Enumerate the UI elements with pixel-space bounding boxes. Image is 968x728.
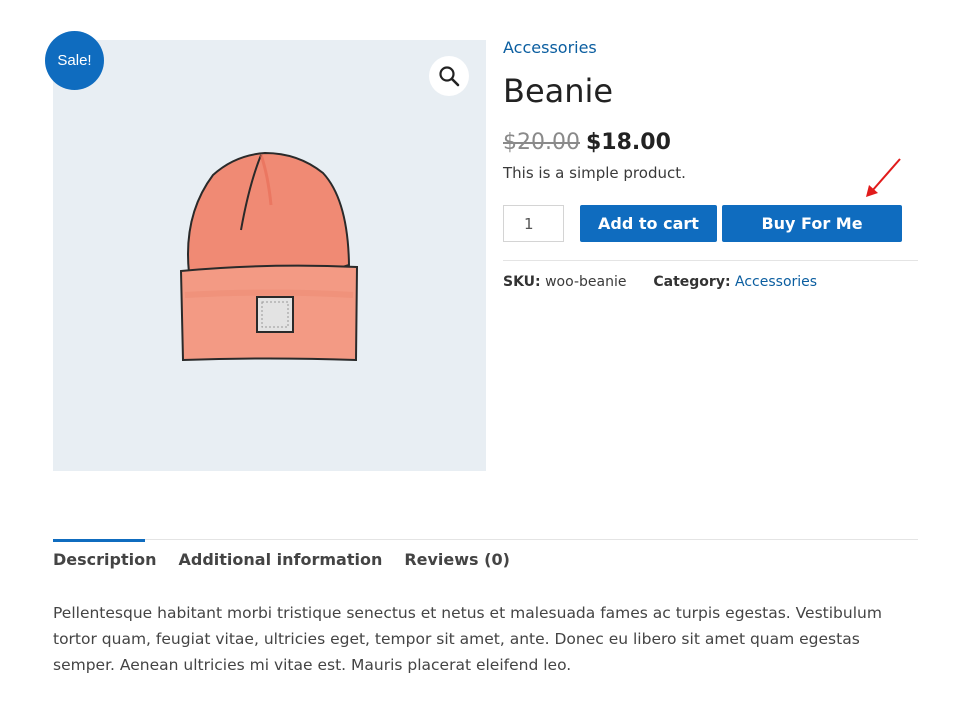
product-meta: SKU: woo-beanie Category: Accessories — [503, 274, 817, 290]
tabs-divider — [53, 539, 918, 540]
active-tab-indicator — [53, 539, 145, 542]
sale-badge: Sale! — [45, 31, 104, 90]
price: $20.00 $18.00 — [503, 130, 671, 155]
zoom-button[interactable] — [429, 56, 469, 96]
description-text: Pellentesque habitant morbi tristique se… — [53, 604, 882, 674]
sku-label: SKU: — [503, 274, 541, 290]
sku-value: woo-beanie — [545, 274, 627, 290]
beanie-image — [179, 151, 359, 362]
add-to-cart-button[interactable]: Add to cart — [580, 205, 717, 242]
category-breadcrumb-link[interactable]: Accessories — [503, 38, 597, 57]
product-image-gallery[interactable] — [53, 40, 486, 471]
quantity-input[interactable] — [503, 205, 564, 242]
product-tabs: Description Additional information Revie… — [53, 550, 532, 569]
meta-divider — [503, 260, 918, 261]
magnifier-icon — [439, 66, 460, 87]
sale-price: $18.00 — [585, 130, 671, 155]
product-title: Beanie — [503, 72, 614, 110]
short-description: This is a simple product. — [503, 164, 686, 182]
old-price: $20.00 — [503, 130, 580, 155]
category-label: Category: — [653, 274, 731, 290]
tab-reviews[interactable]: Reviews (0) — [404, 550, 510, 569]
buy-for-me-button[interactable]: Buy For Me — [722, 205, 902, 242]
arrow-icon — [866, 158, 901, 197]
tab-description[interactable]: Description — [53, 550, 156, 569]
tab-additional-information[interactable]: Additional information — [178, 550, 382, 569]
category-link[interactable]: Accessories — [735, 274, 817, 290]
